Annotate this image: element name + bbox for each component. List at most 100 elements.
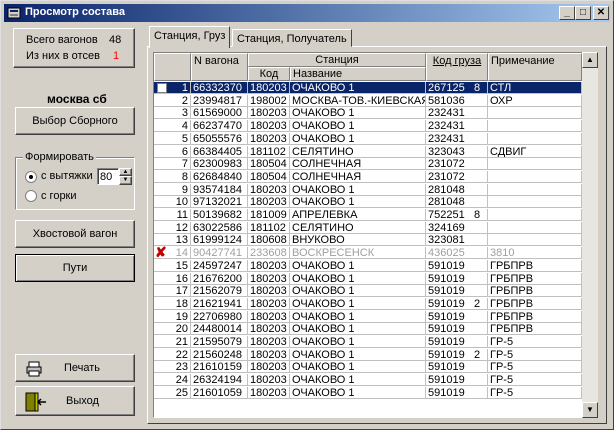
header-station[interactable]: Станция	[248, 53, 426, 67]
table-row[interactable]: 2 23994817 198002 МОСКВА-ТОВ.-КИЕВСКАЯ 58103…	[154, 94, 582, 107]
cell-cargo: 591019 2	[426, 348, 488, 361]
table-row[interactable]: 18 21621941 180203 ОЧАКОВО 1 591019 2 ГРБПРВ	[154, 297, 582, 310]
cell-note	[488, 170, 582, 183]
cell-cargo: 323081	[426, 234, 488, 247]
table-row[interactable]: 14 90427741 233608 ВОСКРЕСЕНСК 436025 3810 ✘	[154, 245, 582, 260]
cell-code: 180203	[248, 132, 290, 145]
scroll-down-icon[interactable]: ▼	[582, 402, 598, 418]
table-row[interactable]: 1 66332370 180203 ОЧАКОВО 1 267125 8 СТЛ	[154, 82, 582, 94]
table-row[interactable]: 17 21562079 180203 ОЧАКОВО 1 591019 ГРБПРВ	[154, 285, 582, 298]
table-row[interactable]: 8 62684840 180504 СОЛНЕЧНАЯ 231072	[154, 170, 582, 183]
table-row[interactable]: 5 65055576 180203 ОЧАКОВО 1 232431	[154, 132, 582, 145]
tail-wagon-button[interactable]: Хвостовой вагон	[15, 220, 135, 248]
cell-note	[488, 221, 582, 234]
radio-from-track[interactable]	[25, 171, 37, 183]
window-title: Просмотр состава	[25, 6, 125, 18]
header-name[interactable]: Название	[290, 67, 426, 81]
table-row[interactable]: 4 66237470 180203 ОЧАКОВО 1 232431	[154, 120, 582, 133]
cargo-code: 267125	[428, 82, 465, 94]
cell-wagon: 22706980	[191, 310, 248, 323]
cell-name: ОЧАКОВО 1	[290, 386, 426, 399]
paths-button[interactable]: Пути	[15, 254, 135, 282]
cell-n: 19	[154, 310, 191, 323]
close-button[interactable]: ✕	[593, 6, 609, 20]
table-row[interactable]: 25 21601059 180203 ОЧАКОВО 1 591019 ГР-5	[154, 386, 582, 399]
minimize-button[interactable]: _	[559, 6, 575, 20]
cell-name: СЕЛЯТИНО	[290, 221, 426, 234]
table-row[interactable]: 21 21595079 180203 ОЧАКОВО 1 591019 ГР-5	[154, 336, 582, 348]
exit-button[interactable]: Выход	[15, 386, 135, 416]
spinner-up-icon[interactable]: ▲	[119, 168, 132, 176]
cell-n: 23	[154, 361, 191, 374]
cell-cargo: 752251 8	[426, 209, 488, 221]
cell-wagon: 23994817	[191, 94, 248, 107]
tab-station-cargo[interactable]: Станция, Груз	[149, 26, 231, 48]
table-row[interactable]: 20 24480014 180203 ОЧАКОВО 1 591019 ГРБПРВ	[154, 323, 582, 336]
cargo-extra: 2	[474, 297, 481, 310]
title-bar[interactable]: Просмотр состава _ □ ✕	[4, 4, 610, 22]
cell-code: 180203	[248, 310, 290, 323]
cell-name: ОЧАКОВО 1	[290, 196, 426, 209]
cell-cargo: 591019	[426, 285, 488, 298]
exit-door-icon	[25, 392, 46, 412]
cell-cargo: 436025	[426, 247, 488, 260]
select-group-button[interactable]: Выбор Сборного	[15, 107, 135, 135]
cell-code: 181009	[248, 209, 290, 221]
cargo-code: 591019	[428, 374, 465, 387]
radio-from-hump[interactable]	[25, 190, 37, 202]
maximize-button[interactable]: □	[575, 6, 591, 20]
cell-note	[488, 120, 582, 133]
cell-n: 22	[154, 348, 191, 361]
table-row[interactable]: 15 24597247 180203 ОЧАКОВО 1 591019 ГРБПРВ	[154, 259, 582, 272]
table-row[interactable]: 6 66384405 181102 СЕЛЯТИНО 323043 СДВИГ	[154, 145, 582, 158]
cell-cargo: 591019	[426, 272, 488, 285]
cargo-code: 591019	[428, 386, 465, 399]
cell-note: 3810	[488, 247, 582, 260]
scroll-up-icon[interactable]: ▲	[582, 52, 598, 68]
table-row[interactable]: 12 63022586 181102 СЕЛЯТИНО 324169	[154, 221, 582, 234]
cell-name: СОЛНЕЧНАЯ	[290, 158, 426, 171]
table-row[interactable]: 19 22706980 180203 ОЧАКОВО 1 591019 ГРБПРВ	[154, 310, 582, 323]
cell-n: 20	[154, 323, 191, 336]
cell-code: 180504	[248, 158, 290, 171]
vertical-scrollbar[interactable]: ▲ ▼	[582, 52, 598, 418]
cell-wagon: 21560248	[191, 348, 248, 361]
table-row[interactable]: 16 21676200 180203 ОЧАКОВО 1 591019 ГРБПРВ	[154, 272, 582, 285]
cell-cargo: 324169	[426, 221, 488, 234]
table-row[interactable]: 24 26324194 180203 ОЧАКОВО 1 591019 ГР-5	[154, 374, 582, 387]
cell-wagon: 21562079	[191, 285, 248, 298]
header-cargo[interactable]: Код груза	[426, 53, 488, 81]
table-row[interactable]: 13 61999124 180608 ВНУКОВО 323081	[154, 234, 582, 247]
spinner-down-icon[interactable]: ▼	[119, 176, 132, 185]
table-row[interactable]: 7 62300983 180504 СОЛНЕЧНАЯ 231072	[154, 158, 582, 171]
table-row[interactable]: 23 21610159 180203 ОЧАКОВО 1 591019 ГР-5	[154, 361, 582, 374]
cargo-code: 232431	[428, 120, 465, 133]
cell-cargo: 281048	[426, 183, 488, 196]
cell-n: 11	[154, 209, 191, 221]
wagon-table[interactable]: N вагона Станция Код Название Код груза …	[153, 52, 597, 418]
header-wagon[interactable]: N вагона	[191, 53, 248, 81]
track-number-spinner[interactable]: ▲ ▼	[119, 168, 132, 185]
cell-name: СОЛНЕЧНАЯ	[290, 170, 426, 183]
cell-wagon: 21676200	[191, 272, 248, 285]
tab-station-recipient[interactable]: Станция, Получатель	[232, 29, 352, 47]
table-row[interactable]: 22 21560248 180203 ОЧАКОВО 1 591019 2 ГР-5	[154, 348, 582, 361]
cell-name: ОЧАКОВО 1	[290, 336, 426, 348]
cargo-extra: 8	[474, 209, 481, 221]
header-note[interactable]: Примечание	[488, 53, 582, 81]
cell-cargo: 232431	[426, 132, 488, 145]
table-row[interactable]: 9 93574184 180203 ОЧАКОВО 1 281048	[154, 183, 582, 196]
cell-note	[488, 183, 582, 196]
print-button[interactable]: Печать	[15, 354, 135, 382]
cell-cargo: 591019	[426, 259, 488, 272]
cell-code: 180203	[248, 386, 290, 399]
cell-note	[488, 132, 582, 145]
cell-name: ОЧАКОВО 1	[290, 348, 426, 361]
track-number-input[interactable]: 80	[97, 168, 119, 185]
table-row[interactable]: 10 97132021 180203 ОЧАКОВО 1 281048	[154, 196, 582, 209]
row-checkbox[interactable]	[157, 83, 167, 93]
header-code[interactable]: Код	[248, 67, 290, 81]
table-row[interactable]: 3 61569000 180203 ОЧАКОВО 1 232431	[154, 107, 582, 120]
cell-name: ОЧАКОВО 1	[290, 183, 426, 196]
table-row[interactable]: 11 50139682 181009 АПРЕЛЕВКА 752251 8	[154, 209, 582, 221]
